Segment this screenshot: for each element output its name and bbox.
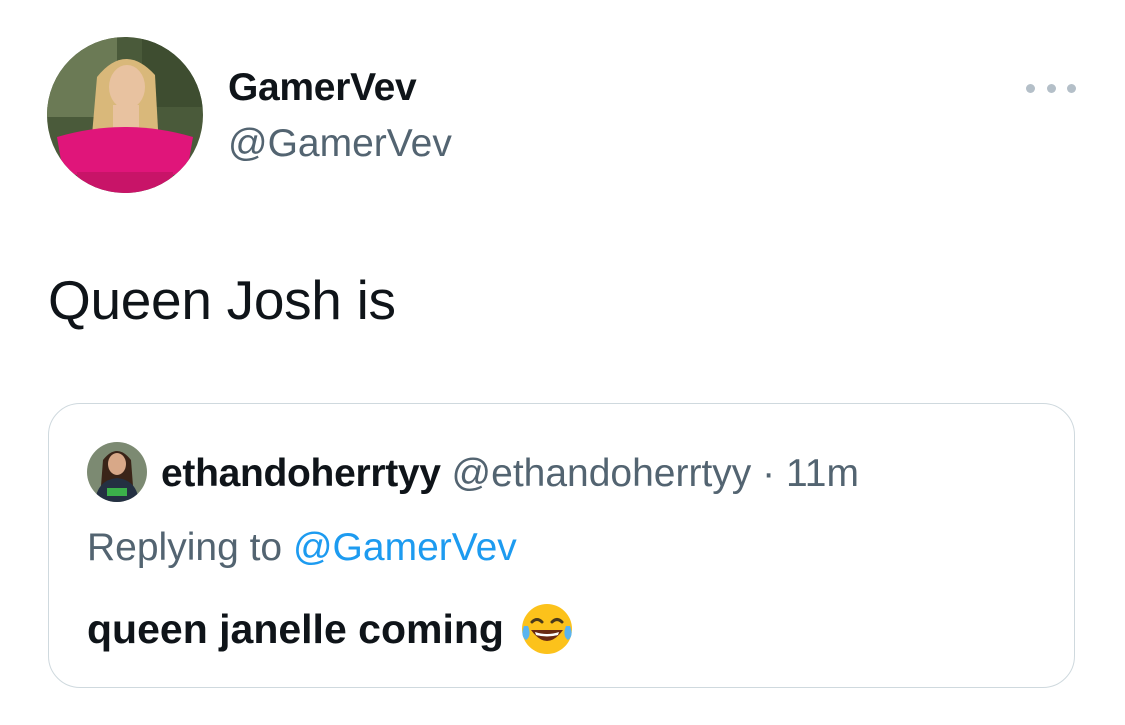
quoted-tweet-text: queen janelle coming (87, 600, 576, 658)
quoted-author-handle[interactable]: @ethandoherrtyy (452, 452, 752, 495)
quoted-tweet-timestamp[interactable]: 11m (786, 452, 859, 495)
face-with-tears-of-joy-icon (518, 600, 576, 658)
quoted-tweet-card[interactable]: ethandoherrtyy @ethandoherrtyy · 11m Rep… (48, 403, 1075, 688)
quoted-author-avatar[interactable] (87, 442, 147, 502)
author-handle[interactable]: @GamerVev (228, 122, 452, 166)
more-options-button[interactable] (1026, 78, 1076, 98)
replying-to-link[interactable]: @GamerVev (293, 526, 517, 569)
quoted-tweet-body: queen janelle coming (87, 605, 504, 652)
separator-dot: · (762, 452, 776, 495)
author-display-name[interactable]: GamerVev (228, 66, 417, 110)
quoted-tweet-header: ethandoherrtyy @ethandoherrtyy · 11m (161, 452, 859, 496)
more-dot (1046, 83, 1056, 93)
quoted-author-display-name[interactable]: ethandoherrtyy (161, 452, 441, 495)
more-dot (1067, 83, 1076, 93)
replying-prefix: Replying to (87, 526, 283, 569)
author-avatar[interactable] (47, 37, 203, 193)
replying-to-line: Replying to @GamerVev (87, 526, 517, 570)
tweet-text: Queen Josh is (48, 269, 396, 331)
more-horizontal-icon (1026, 83, 1035, 93)
